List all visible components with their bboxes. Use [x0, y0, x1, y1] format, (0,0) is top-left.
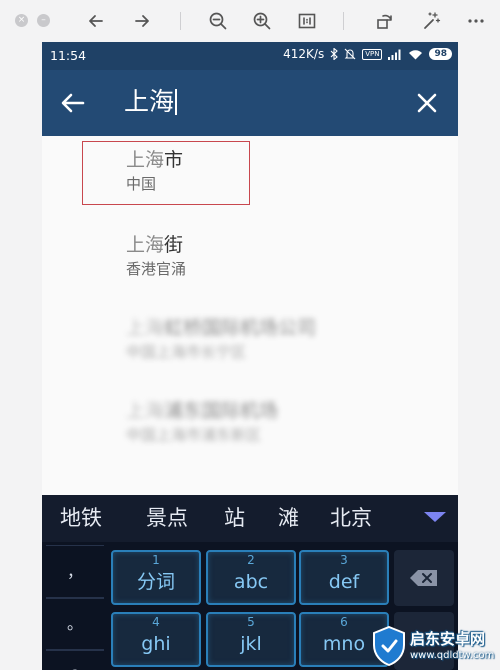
watermark-title: 启东安卓网 — [410, 630, 486, 648]
magic-wand-icon[interactable] — [419, 9, 443, 33]
close-window-icon[interactable]: × — [15, 14, 28, 27]
punctuation-column: ， 。 ? — [46, 545, 104, 670]
vpn-badge: VPN — [362, 48, 383, 60]
backspace-key[interactable] — [394, 550, 454, 606]
result-item-blurred[interactable]: 上海浦东国际机场 中国上海市浦东新区 — [126, 398, 278, 446]
result-name: 上海市 — [126, 149, 184, 171]
status-bar: 11:54 412K/s VPN 98 — [42, 42, 458, 70]
key-5[interactable]: 5 jkl — [206, 612, 296, 667]
candidate-word[interactable]: 地铁 — [60, 505, 102, 531]
back-arrow-icon[interactable] — [84, 9, 108, 33]
punctuation-key[interactable]: ， — [46, 545, 104, 599]
image-viewer-toolbar: × – — [0, 0, 500, 42]
result-subtitle: 中国 — [126, 175, 157, 193]
bluetooth-icon — [330, 48, 339, 60]
result-name: 上海街 — [126, 234, 184, 256]
battery-level: 98 — [429, 48, 452, 60]
result-name: 上海浦东国际机场 — [126, 400, 279, 422]
punctuation-key[interactable]: 。 — [46, 597, 104, 651]
minimize-window-icon[interactable]: – — [37, 14, 50, 27]
key-1[interactable]: 1 分词 — [111, 550, 201, 605]
result-item-blurred[interactable]: 上海虹桥国际机场公司 中国上海市长宁区 — [126, 315, 316, 363]
result-subtitle: 中国上海市长宁区 — [126, 343, 247, 361]
wifi-icon — [409, 49, 423, 59]
candidate-word[interactable]: 北京 — [330, 505, 372, 531]
text-caret — [175, 89, 178, 115]
result-subtitle: 香港官涌 — [126, 260, 187, 278]
network-speed: 412K/s — [283, 47, 325, 61]
candidate-word[interactable]: 景点 — [146, 505, 188, 531]
result-item-shanghai-street[interactable]: 上海街 香港官涌 — [126, 232, 186, 280]
search-input[interactable]: 上海 — [124, 84, 178, 120]
punctuation-key[interactable]: ? — [46, 649, 104, 670]
key-3[interactable]: 3 def — [299, 550, 389, 605]
back-arrow-icon[interactable] — [58, 88, 88, 118]
site-watermark: 启东安卓网 www.qdldtw.com — [370, 620, 500, 670]
candidate-word[interactable]: 滩 — [278, 505, 299, 531]
watermark-url: www.qdldtw.com — [410, 650, 495, 661]
search-query: 上海 — [124, 87, 175, 116]
toolbar-divider — [343, 12, 344, 30]
candidate-bar: 地铁 景点 站 滩 北京 — [42, 495, 458, 542]
clear-icon[interactable] — [416, 92, 438, 114]
status-time: 11:54 — [50, 48, 87, 63]
zoom-in-icon[interactable] — [250, 9, 274, 33]
status-indicators: 412K/s VPN 98 — [283, 47, 452, 61]
more-icon[interactable] — [464, 9, 488, 33]
candidate-word[interactable]: 站 — [224, 505, 245, 531]
mute-icon — [344, 48, 356, 60]
key-4[interactable]: 4 ghi — [111, 612, 201, 667]
actual-size-icon[interactable] — [295, 9, 319, 33]
expand-candidates-icon[interactable] — [424, 512, 446, 522]
toolbar-divider — [180, 12, 181, 30]
phone-screen: 11:54 412K/s VPN 98 上海 上海市 中国 上海街 香港官涌 上… — [42, 42, 458, 670]
signal-icon — [388, 49, 401, 60]
result-name: 上海虹桥国际机场公司 — [126, 317, 317, 339]
key-2[interactable]: 2 abc — [206, 550, 296, 605]
zoom-out-icon[interactable] — [206, 9, 230, 33]
forward-arrow-icon[interactable] — [130, 9, 154, 33]
backspace-icon — [410, 570, 437, 586]
search-app-bar: 上海 — [42, 70, 458, 136]
result-item-shanghai-city[interactable]: 上海市 中国 — [126, 147, 183, 195]
result-subtitle: 中国上海市浦东新区 — [126, 426, 262, 444]
shield-logo-icon — [373, 626, 405, 666]
rotate-icon[interactable] — [373, 9, 397, 33]
